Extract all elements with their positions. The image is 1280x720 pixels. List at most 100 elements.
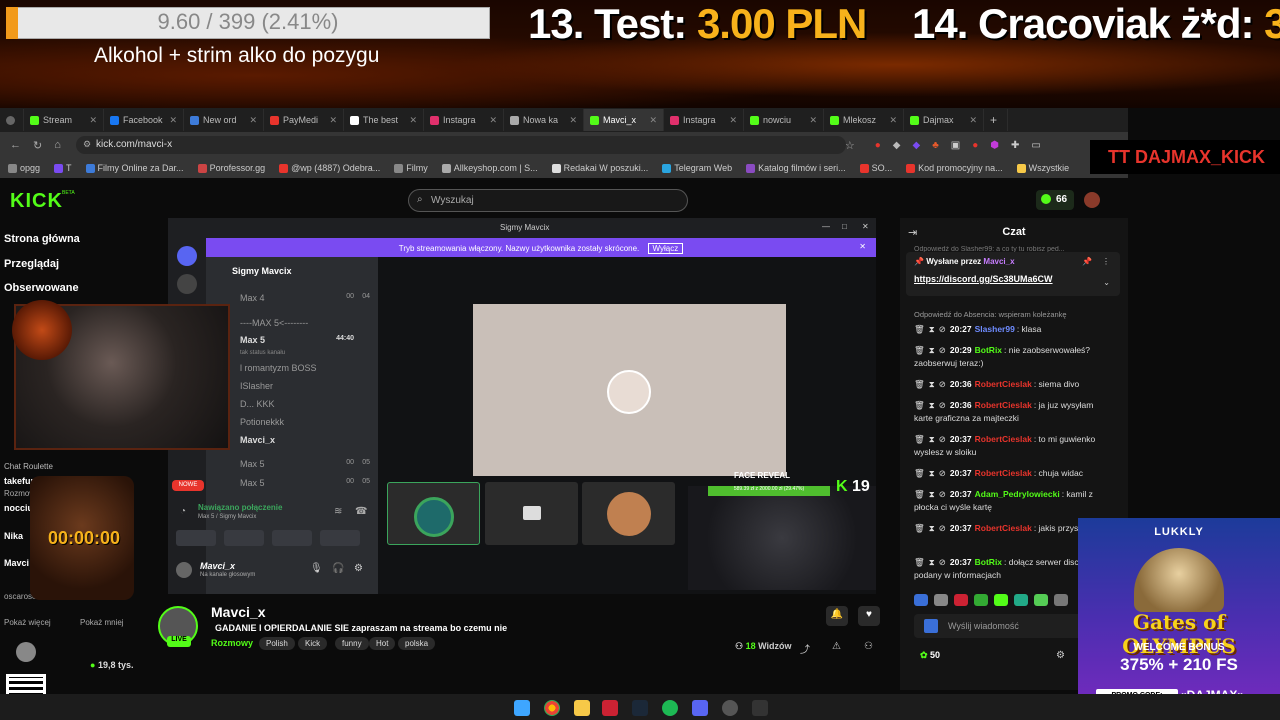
discord-user-avatar[interactable] [176, 562, 192, 578]
close-icon[interactable]: ✕ [862, 222, 869, 231]
delete-icon[interactable]: 🗑 [914, 434, 925, 444]
bookmark-item[interactable]: Wszystkie [1016, 163, 1069, 173]
new-tab-button[interactable]: + [984, 109, 1008, 131]
discord-channel-row[interactable]: Potionekkk [240, 417, 372, 427]
app-icon[interactable] [722, 700, 738, 716]
chat-username[interactable]: Adam_Pedrylowiecki [975, 489, 1060, 499]
timeout-icon[interactable]: ⧗ [929, 379, 935, 389]
discord-server-name[interactable]: Sigmy Mavcix [232, 266, 292, 276]
delete-icon[interactable]: 🗑 [914, 324, 925, 334]
discord-channel-row[interactable]: Mavci_x [240, 435, 372, 445]
emote-icon[interactable] [1034, 594, 1048, 606]
bookmark-item[interactable]: Katalog filmów i seri... [746, 163, 846, 173]
settings-gear-icon[interactable]: ⚙ [354, 563, 363, 574]
chat-username[interactable]: RobertCieslak [975, 434, 1032, 444]
extensions-puzzle-icon[interactable]: ✚ [1011, 140, 1019, 151]
bookmark-star-icon[interactable]: ☆ [845, 139, 855, 152]
search-input[interactable]: ⌕ Wyszukaj [408, 189, 688, 212]
microphone-icon[interactable]: 🎙 [310, 563, 323, 574]
tab-close-icon[interactable]: ✕ [649, 115, 657, 126]
stream-tag[interactable]: funny [335, 637, 369, 650]
browser-tab[interactable]: The best ✕ [344, 109, 424, 131]
ban-icon[interactable]: ⊘ [939, 523, 946, 533]
chat-message[interactable]: 🗑 ⧗ ⊘ 20:37 RobertCieslak: chuja widac [914, 467, 1114, 480]
activities-button[interactable] [272, 530, 312, 546]
stream-tag[interactable]: Polish [259, 637, 295, 650]
chrome-icon[interactable] [544, 700, 560, 716]
channel-points[interactable]: ✿ 50 [920, 650, 940, 661]
emote-icon[interactable] [974, 594, 988, 606]
file-explorer-icon[interactable] [574, 700, 590, 716]
camera-off-button[interactable] [176, 530, 216, 546]
windows-start-icon[interactable] [514, 700, 530, 716]
bookmark-item[interactable]: Filmy Online za Dar... [85, 163, 184, 173]
discord-channel-row[interactable]: Max 5 44:40 [240, 335, 372, 345]
kick-logo[interactable]: KICK [10, 190, 63, 213]
timeout-icon[interactable]: ⧗ [929, 400, 935, 410]
extension-icon[interactable]: ⬢ [990, 140, 999, 151]
discord-home-icon[interactable] [177, 246, 197, 266]
streamer-name[interactable]: Mavci_x [211, 604, 265, 620]
emote-icon[interactable] [954, 594, 968, 606]
stream-tag[interactable]: Kick [298, 637, 328, 650]
discord-channel-row[interactable]: Max 5 00 05 [240, 459, 372, 469]
reload-icon[interactable]: ↻ [33, 139, 42, 152]
chat-username[interactable]: RobertCieslak [975, 400, 1032, 410]
ban-icon[interactable]: ⊘ [939, 379, 946, 389]
delete-icon[interactable]: 🗑 [914, 557, 925, 567]
report-icon[interactable]: ⚠ [832, 641, 841, 652]
tab-close-icon[interactable]: ✕ [569, 115, 577, 126]
bookmark-item[interactable]: T [54, 163, 72, 173]
delete-icon[interactable]: 🗑 [914, 400, 925, 410]
browser-tab[interactable]: nowciu ✕ [744, 109, 824, 131]
tab-close-icon[interactable]: ✕ [169, 115, 177, 126]
stream-category[interactable]: Rozmowy [211, 638, 253, 648]
bookmark-item[interactable]: opgg [8, 163, 40, 173]
extension-icon[interactable]: ● [972, 140, 978, 151]
browser-tab[interactable]: New ord ✕ [184, 109, 264, 131]
discord-channel-row[interactable]: ISlasher [240, 381, 372, 391]
address-bar[interactable]: ⚙ kick.com/mavci-x [76, 136, 846, 154]
chat-username[interactable]: RobertCieslak [975, 468, 1032, 478]
stream-tag[interactable]: Hot [369, 637, 396, 650]
more-options-icon[interactable]: ⋮ [1102, 257, 1110, 266]
show-more-link[interactable]: Pokaż więcej [4, 618, 51, 627]
delete-icon[interactable]: 🗑 [914, 345, 925, 355]
ban-icon[interactable]: ⊘ [939, 434, 946, 444]
timeout-icon[interactable]: ⧗ [929, 557, 935, 567]
browser-tab[interactable]: Dajmax ✕ [904, 109, 984, 131]
delete-icon[interactable]: 🗑 [914, 489, 925, 499]
participant-tile[interactable] [485, 482, 578, 545]
pinned-by-user[interactable]: Mavci_x [983, 257, 1014, 266]
ban-icon[interactable]: ⊘ [939, 324, 946, 334]
chat-message[interactable]: 🗑 ⧗ ⊘ 20:36 RobertCieslak: ja juz wysyłam ka… [914, 399, 1114, 425]
pin-toggle-icon[interactable]: 📌 [1082, 257, 1092, 266]
timeout-icon[interactable]: ⧗ [929, 523, 935, 533]
browser-menu-icon[interactable] [0, 109, 24, 131]
home-icon[interactable]: ⌂ [54, 139, 61, 151]
bookmark-item[interactable]: Allkeyshop.com | S... [441, 163, 538, 173]
tab-close-icon[interactable]: ✕ [489, 115, 497, 126]
emote-icon[interactable] [934, 594, 948, 606]
tab-close-icon[interactable]: ✕ [329, 115, 337, 126]
nav-following[interactable]: Obserwowane [4, 282, 79, 294]
spotify-icon[interactable] [662, 700, 678, 716]
stream-tag[interactable]: polska [398, 637, 436, 650]
browser-tab[interactable]: Instagra ✕ [664, 109, 744, 131]
bookmark-item[interactable]: SO... [859, 163, 892, 173]
browser-tab[interactable]: Nowa ka ✕ [504, 109, 584, 131]
extension-icon[interactable]: ◆ [893, 140, 901, 151]
participant-tile[interactable] [387, 482, 480, 545]
discord-icon[interactable] [692, 700, 708, 716]
timeout-icon[interactable]: ⧗ [929, 434, 935, 444]
nav-browse[interactable]: Przeglądaj [4, 258, 59, 270]
server-icon[interactable] [177, 274, 197, 294]
emote-icon[interactable] [994, 594, 1008, 606]
browser-tab[interactable]: Mavci_x ✕ [584, 109, 664, 131]
browser-tab[interactable]: Mlekosz ✕ [824, 109, 904, 131]
browser-tab[interactable]: PayMedi ✕ [264, 109, 344, 131]
soundboard-button[interactable] [320, 530, 360, 546]
discord-channel-row[interactable]: l romantyzm BOSS [240, 363, 372, 373]
user-avatar[interactable] [1084, 192, 1100, 208]
discord-channel-row[interactable]: ----MAX 5<-------- [240, 318, 372, 328]
